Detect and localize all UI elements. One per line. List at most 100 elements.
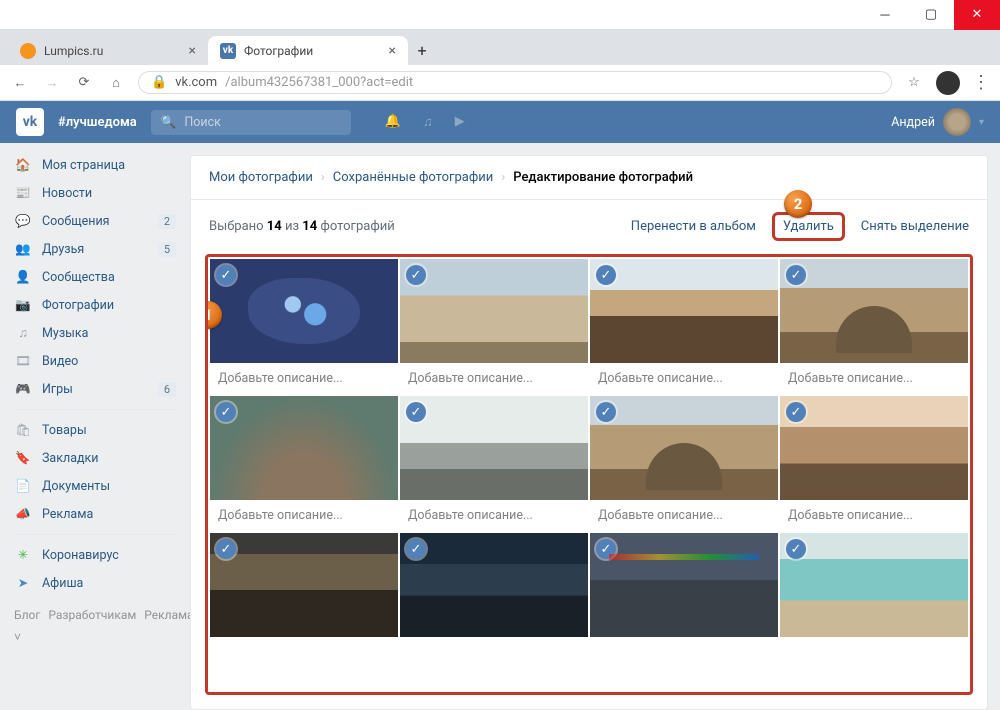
photo-cell[interactable]: ✓ Добавьте описание...	[400, 396, 588, 531]
checkmark-icon[interactable]: ✓	[216, 265, 236, 285]
photo-description-input[interactable]: Добавьте описание...	[780, 500, 968, 531]
checkmark-icon[interactable]: ✓	[406, 265, 426, 285]
vk-header: vk #лучшедома 🔍 Поиск 🔔 ♫ ▶ Андрей ▾	[0, 101, 1000, 143]
vk-hashtag[interactable]: #лучшедома	[58, 115, 137, 130]
photo-thumb[interactable]: ✓	[780, 533, 968, 637]
footer-link[interactable]: Реклама	[144, 608, 193, 622]
photo-thumb[interactable]: ✓	[210, 259, 398, 363]
nav-back-button[interactable]: ←	[10, 73, 30, 93]
games-icon: 🎮	[14, 380, 32, 398]
checkmark-icon[interactable]: ✓	[216, 539, 236, 559]
photo-thumb[interactable]: ✓	[210, 396, 398, 500]
home-icon: 🏠	[14, 156, 32, 174]
vk-search-input[interactable]: 🔍 Поиск	[151, 110, 351, 135]
browser-menu-button[interactable]: ⋮	[972, 72, 990, 93]
tab-close-button[interactable]: ×	[389, 43, 396, 59]
sidebar-item[interactable]: 🎞Видео	[0, 347, 190, 375]
footer-link[interactable]: Блог	[14, 608, 40, 622]
sidebar-item[interactable]: 🎮Игры6	[0, 375, 190, 403]
photo-thumb[interactable]: ✓	[780, 396, 968, 500]
checkmark-icon[interactable]: ✓	[406, 402, 426, 422]
play-icon[interactable]: ▶	[455, 114, 465, 130]
sidebar-item[interactable]: 📄Документы	[0, 472, 190, 500]
browser-tab-lumpics[interactable]: Lumpics.ru ×	[8, 36, 208, 65]
tab-close-button[interactable]: ×	[189, 43, 196, 59]
window-titlebar: ─ ▢ ✕	[0, 0, 1000, 30]
move-to-album-link[interactable]: Перенести в альбом	[631, 219, 756, 234]
sidebar-item[interactable]: ✳Коронавирус	[0, 541, 190, 569]
checkmark-icon[interactable]: ✓	[596, 402, 616, 422]
photo-description-input[interactable]: Добавьте описание...	[210, 500, 398, 531]
profile-avatar-button[interactable]	[936, 71, 960, 95]
photo-cell[interactable]: ✓ Добавьте описание...	[780, 396, 968, 531]
market-icon: 🛍	[14, 421, 32, 439]
sidebar-item[interactable]: ♫Музыка	[0, 319, 190, 347]
window-minimize-button[interactable]: ─	[862, 0, 908, 30]
nav-home-button[interactable]: ⌂	[106, 73, 126, 93]
photo-thumb[interactable]: ✓	[400, 396, 588, 500]
nav-forward-button[interactable]: →	[42, 73, 62, 93]
photo-description-input[interactable]: Добавьте описание...	[400, 500, 588, 531]
sidebar-item[interactable]: 📣Реклама	[0, 500, 190, 528]
sidebar-item[interactable]: 📰Новости	[0, 179, 190, 207]
music-icon[interactable]: ♫	[423, 114, 433, 130]
sidebar-item[interactable]: 👥Друзья5	[0, 235, 190, 263]
photo-cell[interactable]: ✓ Добавьте описание...	[590, 396, 778, 531]
vk-logo[interactable]: vk	[16, 108, 44, 136]
photo-description-input[interactable]: Добавьте описание...	[210, 363, 398, 394]
star-icon[interactable]: ☆	[904, 73, 924, 93]
photo-cell[interactable]: ✓ Добавьте описание...	[590, 259, 778, 394]
photo-thumb[interactable]: ✓	[780, 259, 968, 363]
photo-description-input[interactable]: Добавьте описание...	[590, 363, 778, 394]
photo-cell[interactable]: ✓	[210, 533, 398, 637]
vk-user-menu[interactable]: Андрей ▾	[891, 108, 984, 136]
photo-thumb[interactable]: ✓	[210, 533, 398, 637]
sidebar-item[interactable]: 💬Сообщения2	[0, 207, 190, 235]
photo-thumb[interactable]: ✓	[590, 259, 778, 363]
photo-cell[interactable]: ✓	[780, 533, 968, 637]
photo-thumb[interactable]: ✓	[590, 533, 778, 637]
favicon-icon	[20, 43, 36, 59]
sidebar-item[interactable]: 🏠Моя страница	[0, 151, 190, 179]
breadcrumb-root[interactable]: Мои фотографии	[209, 170, 313, 185]
delete-link[interactable]: Удалить	[783, 219, 834, 234]
checkmark-icon[interactable]: ✓	[216, 402, 236, 422]
new-tab-button[interactable]: +	[408, 36, 436, 65]
address-bar[interactable]: 🔒 vk.com/album432567381_000?act=edit	[138, 71, 892, 94]
photo-thumb[interactable]: ✓	[400, 259, 588, 363]
photo-cell[interactable]: ✓ Добавьте описание...	[210, 396, 398, 531]
photo-cell[interactable]: ✓ Добавьте описание...	[210, 259, 398, 394]
breadcrumb-mid[interactable]: Сохранённые фотографии	[333, 170, 494, 185]
notifications-icon[interactable]: 🔔	[385, 114, 401, 130]
messages-icon: 💬	[14, 212, 32, 230]
sidebar-item[interactable]: ➤Афиша	[0, 569, 190, 597]
lock-icon: 🔒	[151, 75, 167, 90]
photo-description-input[interactable]: Добавьте описание...	[780, 363, 968, 394]
window-maximize-button[interactable]: ▢	[908, 0, 954, 30]
sidebar-item[interactable]: 🛍Товары	[0, 416, 190, 444]
photo-cell[interactable]: ✓	[400, 533, 588, 637]
photo-description-input[interactable]: Добавьте описание...	[590, 500, 778, 531]
sidebar-item[interactable]: 🔖Закладки	[0, 444, 190, 472]
window-close-button[interactable]: ✕	[954, 0, 1000, 30]
checkmark-icon[interactable]: ✓	[786, 402, 806, 422]
sidebar-item[interactable]: 📷Фотографии	[0, 291, 190, 319]
nav-reload-button[interactable]: ⟳	[74, 73, 94, 93]
photo-cell[interactable]: ✓	[590, 533, 778, 637]
photo-cell[interactable]: ✓ Добавьте описание...	[780, 259, 968, 394]
footer-link[interactable]: Разработчикам	[48, 608, 136, 622]
sidebar-item[interactable]: 👤Сообщества	[0, 263, 190, 291]
checkmark-icon[interactable]: ✓	[596, 265, 616, 285]
photo-thumb[interactable]: ✓	[400, 533, 588, 637]
clear-selection-link[interactable]: Снять выделение	[861, 219, 969, 234]
checkmark-icon[interactable]: ✓	[596, 539, 616, 559]
checkmark-icon[interactable]: ✓	[786, 265, 806, 285]
photo-thumb[interactable]: ✓	[590, 396, 778, 500]
checkmark-icon[interactable]: ✓	[406, 539, 426, 559]
browser-tab-photos[interactable]: vk Фотографии ×	[208, 36, 408, 65]
photo-description-input[interactable]: Добавьте описание...	[400, 363, 588, 394]
search-icon: 🔍	[161, 115, 177, 130]
photo-cell[interactable]: ✓ Добавьте описание...	[400, 259, 588, 394]
checkmark-icon[interactable]: ✓	[786, 539, 806, 559]
sidebar-item-label: Друзья	[42, 242, 84, 257]
